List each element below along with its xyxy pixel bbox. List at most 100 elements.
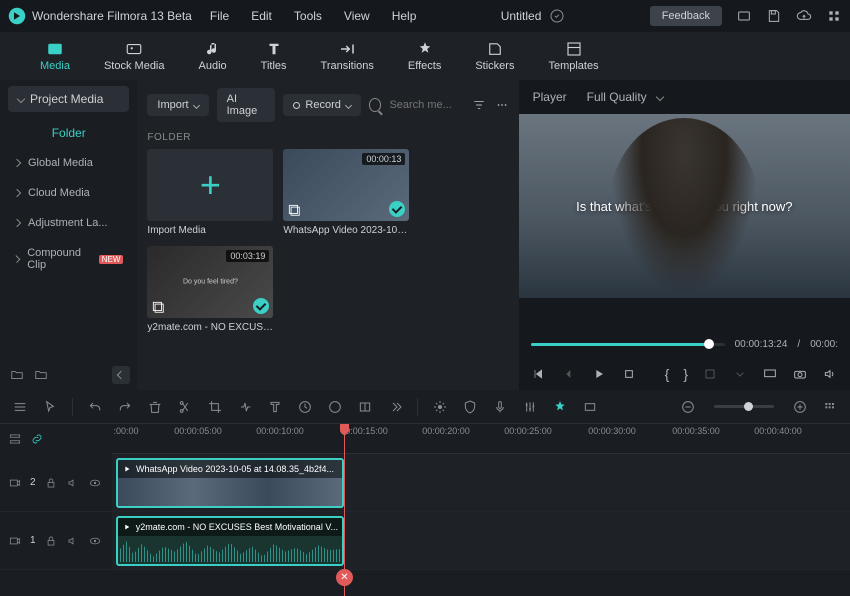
tab-titles[interactable]: Titles: [261, 40, 287, 72]
track-size-icon[interactable]: [822, 399, 838, 415]
split-icon[interactable]: [177, 399, 193, 415]
sidebar-item-adjustment-layer[interactable]: Adjustment La...: [0, 208, 137, 238]
track-lane-2[interactable]: WhatsApp Video 2023-10-05 at 14.08.35_4b…: [112, 454, 850, 512]
zoom-in-icon[interactable]: [792, 399, 808, 415]
quality-selector[interactable]: Full Quality: [587, 90, 663, 104]
track-lane-1[interactable]: y2mate.com - NO EXCUSES Best Motivationa…: [112, 512, 850, 570]
chevron-right-icon: [13, 189, 21, 197]
playhead-delete-icon[interactable]: ✕: [336, 569, 353, 586]
display-icon[interactable]: [762, 366, 778, 382]
track-header-1[interactable]: 1: [0, 512, 112, 570]
menu-edit[interactable]: Edit: [251, 9, 272, 23]
import-button[interactable]: Import: [147, 94, 208, 116]
record-button[interactable]: Record: [283, 94, 360, 116]
mark-out-icon[interactable]: }: [683, 366, 688, 382]
search-input[interactable]: [389, 99, 464, 111]
zoom-slider[interactable]: [714, 405, 774, 408]
lock-icon[interactable]: [44, 534, 58, 548]
volume-icon[interactable]: [822, 366, 838, 382]
track-header-2[interactable]: 2: [0, 454, 112, 512]
media-clip-1[interactable]: 00:00:13 WhatsApp Video 2023-10-05...: [283, 149, 409, 236]
layout-icon[interactable]: [736, 8, 752, 24]
sidebar-item-cloud-media[interactable]: Cloud Media: [0, 178, 137, 208]
keyframe-icon[interactable]: [297, 399, 313, 415]
tab-effects[interactable]: Effects: [408, 40, 441, 72]
tab-media[interactable]: Media: [40, 40, 70, 72]
folder-icon[interactable]: [34, 368, 48, 382]
menu-help[interactable]: Help: [392, 9, 417, 23]
mask-icon[interactable]: [462, 399, 478, 415]
enhance-icon[interactable]: [432, 399, 448, 415]
chevron-down-icon[interactable]: [732, 366, 748, 382]
menu-view[interactable]: View: [344, 9, 370, 23]
media-clip-2[interactable]: 00:03:19 y2mate.com - NO EXCUSES ...: [147, 246, 273, 333]
mixer-icon[interactable]: [522, 399, 538, 415]
crop-icon[interactable]: [702, 366, 718, 382]
crop-tool-icon[interactable]: [207, 399, 223, 415]
stop-icon[interactable]: [621, 366, 637, 382]
progress-bar[interactable]: [531, 343, 725, 346]
save-icon[interactable]: [766, 8, 782, 24]
more-icon[interactable]: [495, 97, 509, 113]
sidebar-collapse-button[interactable]: [112, 366, 130, 384]
clip-video-bottom[interactable]: y2mate.com - NO EXCUSES Best Motivationa…: [116, 516, 344, 566]
search-icon[interactable]: [369, 98, 382, 112]
menu-file[interactable]: File: [210, 9, 229, 23]
visibility-icon[interactable]: [88, 476, 102, 490]
undo-icon[interactable]: [87, 399, 103, 415]
mute-icon[interactable]: [66, 534, 80, 548]
sidebar-project-media[interactable]: Project Media: [8, 86, 129, 112]
render-icon[interactable]: [582, 399, 598, 415]
link-icon[interactable]: [30, 432, 44, 446]
marker-add-icon[interactable]: [552, 399, 568, 415]
tab-stickers[interactable]: Stickers: [475, 40, 514, 72]
plus-icon: +: [200, 164, 221, 206]
text-icon[interactable]: [267, 399, 283, 415]
import-media-tile[interactable]: + Import Media: [147, 149, 273, 236]
pointer-icon[interactable]: [42, 399, 58, 415]
voiceover-icon[interactable]: [492, 399, 508, 415]
tab-audio[interactable]: Audio: [199, 40, 227, 72]
timeline-ruler[interactable]: :00:00 00:00:05:00 00:00:10:00 00:00:15:…: [112, 424, 850, 454]
adjust-icon[interactable]: [357, 399, 373, 415]
playhead[interactable]: ✕: [344, 424, 345, 596]
sidebar-folder[interactable]: Folder: [0, 118, 137, 148]
step-back-icon[interactable]: [561, 366, 577, 382]
cloud-upload-icon[interactable]: [796, 8, 812, 24]
prev-frame-icon[interactable]: [531, 366, 547, 382]
zoom-out-icon[interactable]: [680, 399, 696, 415]
snapshot-icon[interactable]: [792, 366, 808, 382]
speed-icon[interactable]: [237, 399, 253, 415]
filter-icon[interactable]: [472, 97, 486, 113]
timeline-tracks[interactable]: :00:00 00:00:05:00 00:00:10:00 00:00:15:…: [112, 424, 850, 596]
track-options-icon[interactable]: [8, 432, 22, 446]
sidebar-item-global-media[interactable]: Global Media: [0, 148, 137, 178]
player-tab[interactable]: Player: [533, 90, 567, 104]
time-separator: /: [797, 339, 800, 350]
more-tools-icon[interactable]: [387, 399, 403, 415]
feedback-button[interactable]: Feedback: [650, 6, 722, 26]
color-icon[interactable]: [327, 399, 343, 415]
lock-icon[interactable]: [44, 476, 58, 490]
folder-add-icon[interactable]: [10, 368, 24, 382]
menu-tools[interactable]: Tools: [294, 9, 322, 23]
clip-video-top[interactable]: WhatsApp Video 2023-10-05 at 14.08.35_4b…: [116, 458, 344, 508]
ai-image-button[interactable]: AI Image: [217, 88, 276, 122]
media-type-icon: [151, 300, 165, 314]
redo-icon[interactable]: [117, 399, 133, 415]
sidebar-item-compound-clip[interactable]: Compound ClipNEW: [0, 238, 137, 280]
mute-icon[interactable]: [66, 476, 80, 490]
cloud-sync-icon[interactable]: [549, 8, 565, 24]
play-icon[interactable]: [591, 366, 607, 382]
mark-in-icon[interactable]: {: [665, 366, 670, 382]
timeline-options-icon[interactable]: [12, 399, 28, 415]
delete-icon[interactable]: [147, 399, 163, 415]
apps-grid-icon[interactable]: [826, 8, 842, 24]
tab-templates[interactable]: Templates: [548, 40, 598, 72]
document-title[interactable]: Untitled: [501, 9, 542, 23]
visibility-icon[interactable]: [88, 534, 102, 548]
player-panel: Player Full Quality Is that what's stopp…: [519, 80, 850, 390]
preview-viewport[interactable]: Is that what's stopping you right now?: [519, 114, 850, 298]
tab-transitions[interactable]: Transitions: [321, 40, 374, 72]
tab-stock-media[interactable]: Stock Media: [104, 40, 165, 72]
